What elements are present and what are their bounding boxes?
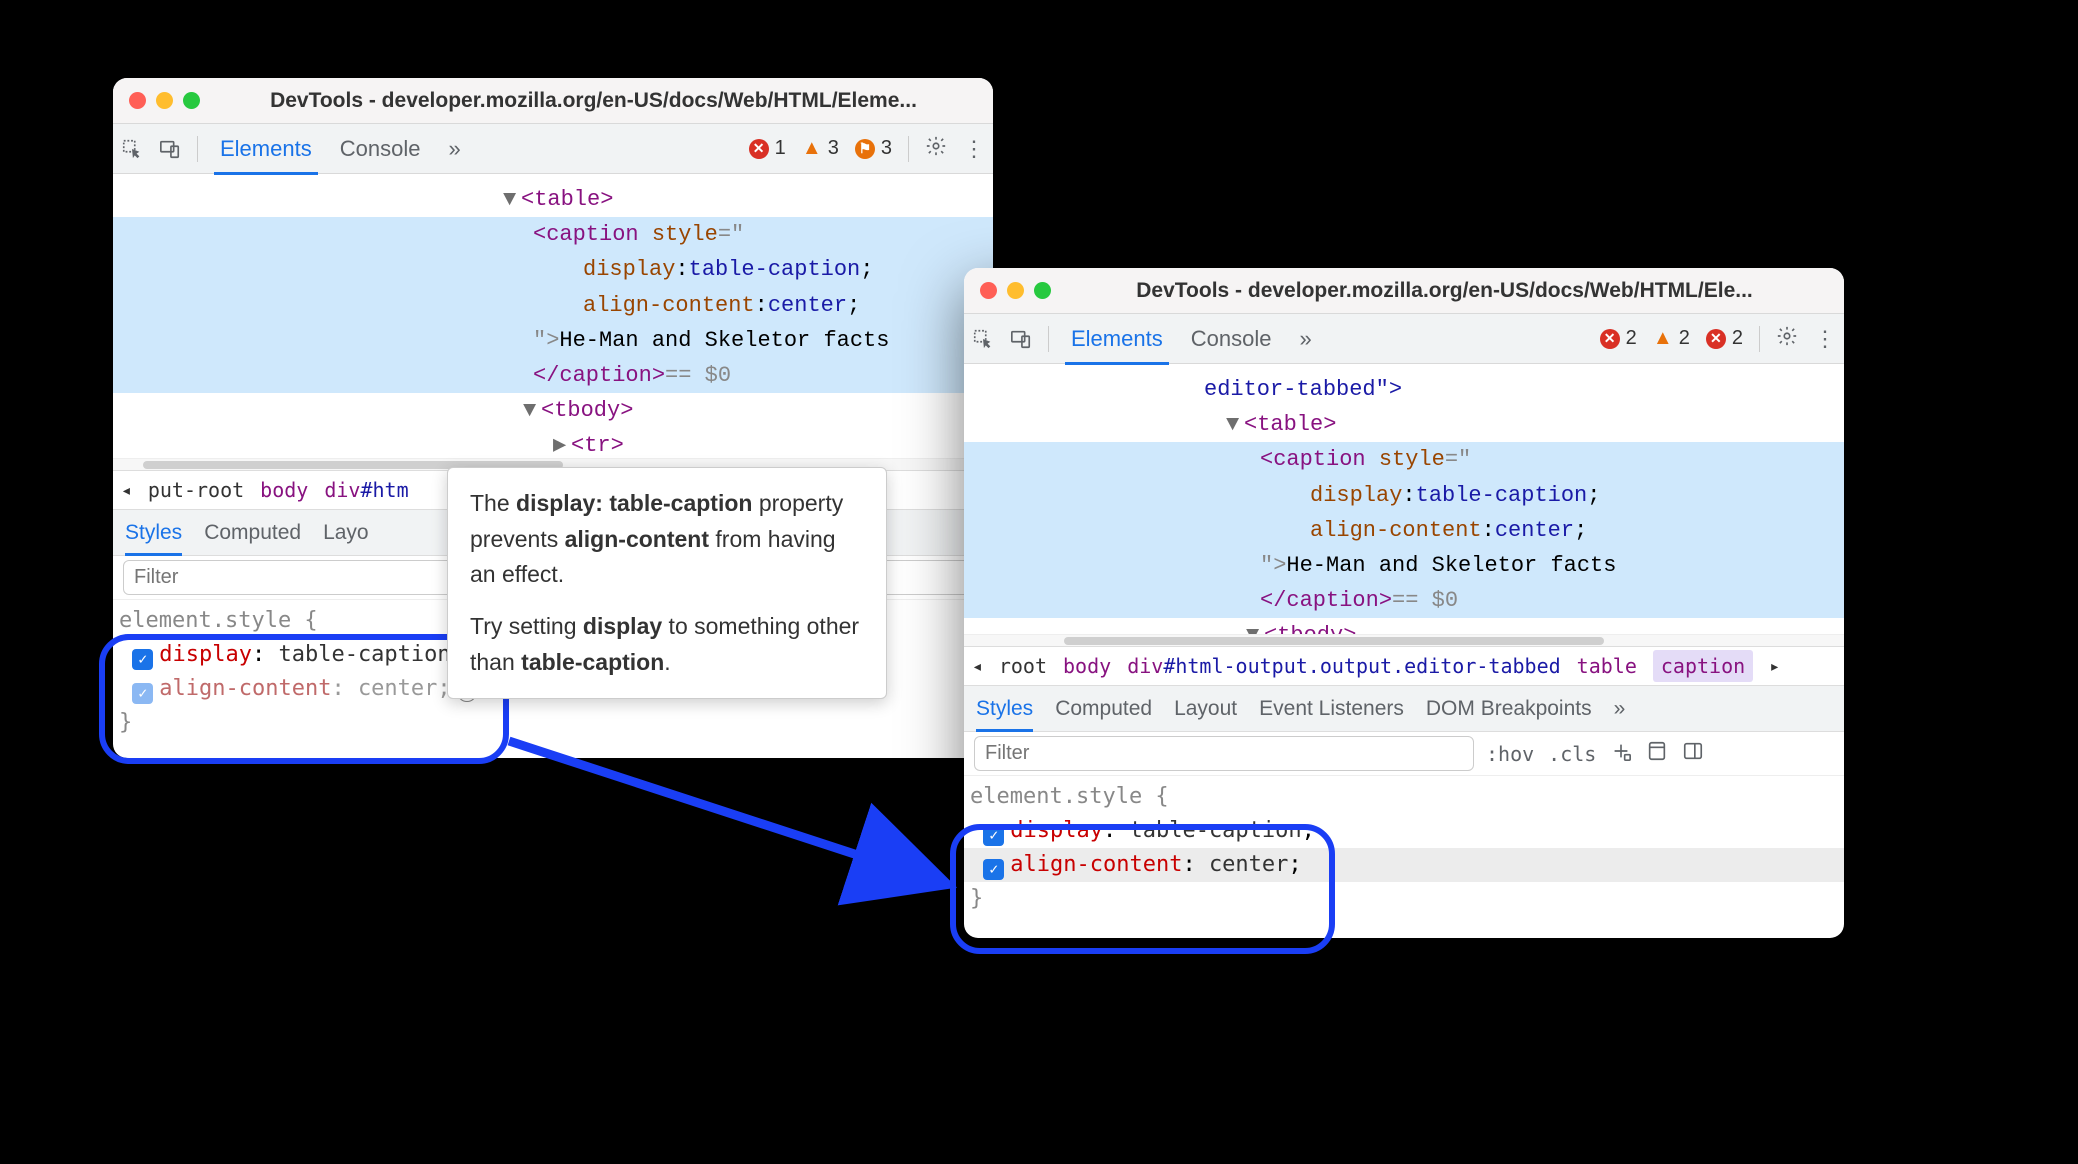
computed-styles-icon[interactable] [1646,740,1668,768]
disclosure-triangle[interactable]: ▼ [523,393,537,428]
toggle-sidebar-icon[interactable] [1682,740,1704,768]
crumb-partial[interactable]: put-root [148,478,244,502]
kebab-icon[interactable]: ⋮ [1814,326,1836,352]
flag-icon: ✕ [1706,329,1726,349]
tab-console[interactable]: Console [1185,326,1278,352]
crumb-table[interactable]: table [1577,654,1637,678]
separator [1759,326,1760,352]
breadcrumb-back[interactable]: ◂ [972,656,983,677]
main-toolbar: Elements Console » ✕ 2 ▲ 2 ✕ 2 ⋮ [964,314,1844,364]
flag-count[interactable]: ✕ 2 [1706,327,1743,350]
subtab-dom-breakpoints[interactable]: DOM Breakpoints [1426,697,1592,721]
styles-subtabs: Styles Computed Layout Event Listeners D… [964,686,1844,732]
crumb-caption[interactable]: caption [1653,650,1753,682]
tab-more[interactable]: » [442,136,466,162]
crumb-div[interactable]: div#html-output.output.editor-tabbed [1127,654,1560,678]
main-toolbar: Elements Console » ✕ 1 ▲ 3 ⚑ 3 ⋮ [113,124,993,174]
breadcrumb-back[interactable]: ◂ [121,480,132,501]
disclosure-triangle[interactable]: ▼ [503,182,517,217]
error-icon: ✕ [749,139,769,159]
dom-tree[interactable]: ▼<table> <caption style=" display: table… [113,174,993,458]
tab-elements[interactable]: Elements [1065,326,1169,365]
disclosure-triangle[interactable]: ▼ [1246,618,1260,634]
breadcrumb-forward[interactable]: ▸ [1769,656,1780,677]
separator [908,136,909,162]
titlebar[interactable]: DevTools - developer.mozilla.org/en-US/d… [964,268,1844,314]
separator [1048,326,1049,352]
hov-toggle[interactable]: :hov [1486,742,1534,766]
warning-icon: ▲ [802,139,822,159]
disclosure-triangle[interactable]: ▼ [1226,407,1240,442]
crumb-root[interactable]: root [999,654,1047,678]
cls-toggle[interactable]: .cls [1548,742,1596,766]
horizontal-scrollbar[interactable] [964,634,1844,646]
error-count[interactable]: ✕ 1 [749,137,786,160]
filter-row: :hov .cls [964,732,1844,776]
dom-tree[interactable]: editor-tabbed"> ▼<table> <caption style=… [964,364,1844,634]
breadcrumb[interactable]: ◂ root body div#html-output.output.edito… [964,646,1844,686]
crumb-body[interactable]: body [1063,654,1111,678]
titlebar[interactable]: DevTools - developer.mozilla.org/en-US/d… [113,78,993,124]
minimize-dot[interactable] [1007,282,1024,299]
subtab-layout[interactable]: Layo [323,521,369,545]
subtab-more[interactable]: » [1614,697,1626,721]
kebab-icon[interactable]: ⋮ [963,136,985,162]
close-dot[interactable] [980,282,997,299]
gear-icon[interactable] [925,135,947,163]
subtab-styles[interactable]: Styles [976,697,1033,732]
warning-icon: ▲ [1653,329,1673,349]
error-count[interactable]: ✕ 2 [1600,327,1637,350]
minimize-dot[interactable] [156,92,173,109]
device-toggle-icon[interactable] [1010,328,1032,350]
subtab-styles[interactable]: Styles [125,521,182,556]
gear-icon[interactable] [1776,325,1798,353]
window-title: DevTools - developer.mozilla.org/en-US/d… [1061,279,1828,303]
zoom-dot[interactable] [1034,282,1051,299]
tooltip-inactive-property: The display: table-caption property prev… [447,467,887,699]
device-toggle-icon[interactable] [159,138,181,160]
filter-tools: :hov .cls [1486,740,1704,768]
separator [197,136,198,162]
subtab-computed[interactable]: Computed [1055,697,1152,721]
tab-console[interactable]: Console [334,136,427,162]
warning-count[interactable]: ▲ 3 [802,137,839,160]
new-style-rule-icon[interactable] [1610,740,1632,768]
tab-more[interactable]: » [1293,326,1317,352]
subtab-computed[interactable]: Computed [204,521,301,545]
window-title: DevTools - developer.mozilla.org/en-US/d… [210,89,977,113]
zoom-dot[interactable] [183,92,200,109]
flag-count[interactable]: ⚑ 3 [855,137,892,160]
flag-icon: ⚑ [855,139,875,159]
inspect-icon[interactable] [121,138,143,160]
warning-count[interactable]: ▲ 2 [1653,327,1690,350]
highlight-outline-right [950,824,1335,954]
crumb-div[interactable]: div#htm [324,478,408,502]
rule-selector: element.style { [970,780,1838,814]
subtab-event-listeners[interactable]: Event Listeners [1259,697,1404,721]
close-dot[interactable] [129,92,146,109]
filter-input[interactable] [974,736,1474,771]
inspect-icon[interactable] [972,328,994,350]
error-icon: ✕ [1600,329,1620,349]
tab-elements[interactable]: Elements [214,136,318,175]
disclosure-triangle[interactable]: ▶ [553,428,567,458]
crumb-body[interactable]: body [260,478,308,502]
subtab-layout[interactable]: Layout [1174,697,1237,721]
